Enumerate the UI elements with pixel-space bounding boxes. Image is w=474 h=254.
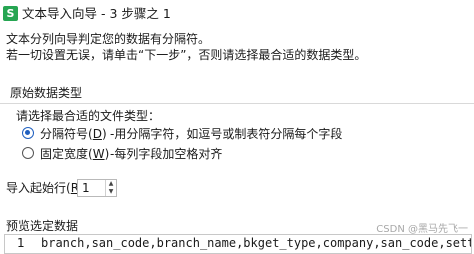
description-line-2: 若一切设置无误，请单击“下一步”，否则请选择最合适的数据类型。: [6, 48, 367, 62]
preview-label: 预览选定数据: [6, 219, 79, 233]
spinner-up-arrow-icon[interactable]: ▲: [106, 180, 116, 188]
delimited-description: -用分隔字符，如逗号或制表符分隔每个字段: [110, 127, 343, 141]
title-bar: S 文本导入向导 - 3 步骤之 1: [0, 0, 474, 30]
preview-panel[interactable]: 1 branch,san_code,branch_name,bkget_type…: [4, 234, 472, 254]
spinner-buttons: ▲ ▼: [105, 180, 116, 196]
group-divider: [0, 103, 474, 104]
fixed-width-description: -每列字段加空格对齐: [110, 147, 223, 161]
start-row-label: 导入起始行(R):: [6, 181, 88, 195]
delimited-radio[interactable]: [22, 127, 34, 139]
preview-row-number: 1: [17, 236, 25, 250]
fixed-width-radio[interactable]: [22, 147, 34, 159]
delimited-label[interactable]: 分隔符号(D): [40, 125, 107, 143]
start-row-value[interactable]: 1: [82, 181, 90, 195]
start-row-spinner[interactable]: 1 ▲ ▼: [77, 179, 117, 197]
file-type-prompt: 请选择最合适的文件类型：: [16, 109, 161, 123]
fixed-width-label[interactable]: 固定宽度(W): [40, 145, 109, 163]
spinner-down-arrow-icon[interactable]: ▼: [106, 188, 116, 196]
description-line-1: 文本分列向导判定您的数据有分隔符。: [6, 32, 211, 46]
window-title: 文本导入向导 - 3 步骤之 1: [22, 6, 171, 21]
original-data-type-group-label: 原始数据类型: [10, 86, 83, 100]
preview-row-text: branch,san_code,branch_name,bkget_type,c…: [41, 236, 471, 250]
wps-spreadsheet-icon: S: [3, 6, 18, 21]
